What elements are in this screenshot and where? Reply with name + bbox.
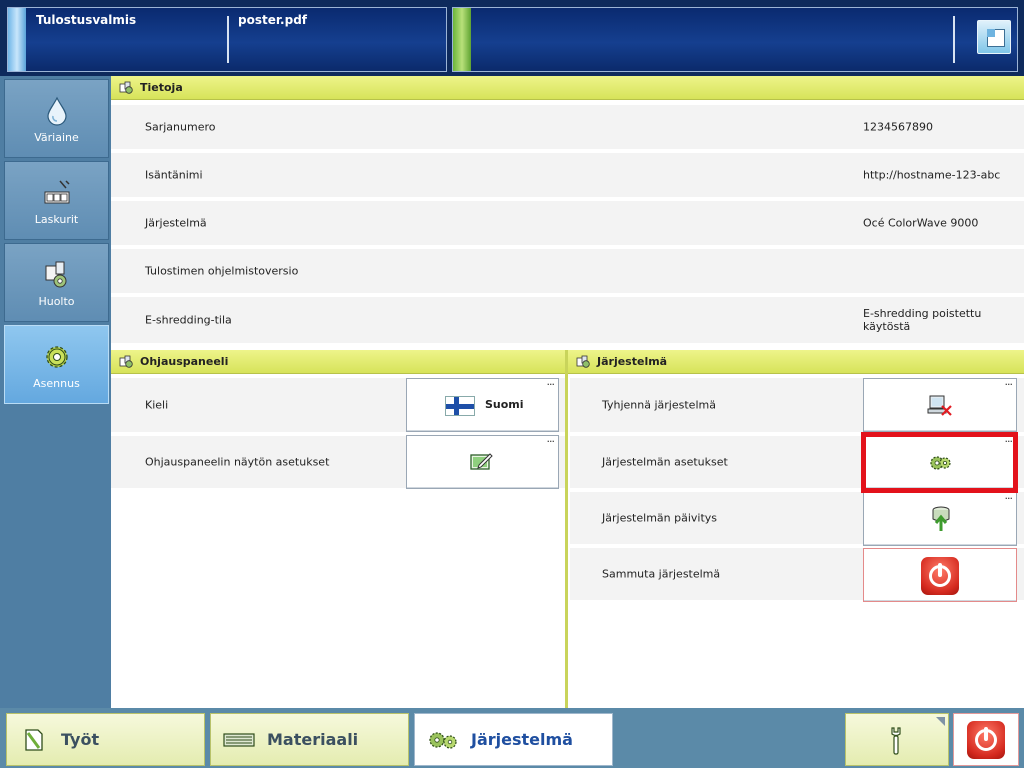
info-row: E-shredding-tila E-shredding poistettu k…: [111, 297, 1024, 345]
tab-label: Työt: [61, 730, 100, 749]
jobs-icon: [25, 729, 43, 751]
nav-item-label: Väriaine: [34, 131, 79, 144]
shutdown-button[interactable]: [863, 548, 1017, 602]
printer-status: Tulostusvalmis: [36, 13, 137, 27]
wrench-icon: [891, 727, 901, 755]
system-update-icon: [932, 506, 950, 531]
tab-media[interactable]: Materiaali: [210, 713, 409, 766]
system-section-icon: [119, 355, 133, 368]
gear-icon: [46, 346, 68, 368]
info-value: 1234567890: [863, 120, 933, 134]
highlight-box: [861, 432, 1018, 493]
system-section-icon: [119, 81, 133, 94]
info-row: Isäntänimi http://hostname-123-abc: [111, 153, 1024, 199]
system-section-icon: [576, 355, 590, 368]
power-icon: [967, 721, 1005, 759]
info-row: Tulostimen ohjelmistoversio: [111, 249, 1024, 295]
section-title: Järjestelmä: [597, 355, 668, 368]
info-value: http://hostname-123-abc: [863, 168, 1001, 182]
header-divider-2: [953, 16, 955, 63]
queue-panel[interactable]: [452, 7, 1018, 72]
info-label: E-shredding-tila: [145, 313, 232, 327]
power-icon: [921, 557, 959, 595]
nav-item-maintenance[interactable]: Huolto: [4, 243, 109, 322]
tab-label: Järjestelmä: [471, 730, 573, 749]
job-file-name: poster.pdf: [238, 13, 308, 27]
status-panel[interactable]: Tulostusvalmis poster.pdf: [7, 7, 447, 72]
info-section-header: Tietoja: [111, 76, 1024, 100]
system-tab-icon: [429, 732, 457, 749]
info-label: Sarjanumero: [145, 120, 216, 134]
system-update-label: Järjestelmän päivitys: [602, 511, 718, 525]
section-title: Tietoja: [140, 81, 183, 94]
window-toggle-button[interactable]: [977, 20, 1011, 54]
tools-button[interactable]: [845, 713, 949, 766]
tab-system[interactable]: Järjestelmä: [414, 713, 613, 766]
info-value: Océ ColorWave 9000: [863, 216, 979, 230]
tab-jobs[interactable]: Työt: [6, 713, 205, 766]
status-accent: [8, 8, 26, 71]
info-row: Sarjanumero 1234567890: [111, 105, 1024, 151]
header-divider: [227, 16, 229, 63]
info-label: Tulostimen ohjelmistoversio: [145, 264, 299, 278]
shutdown-label: Sammuta järjestelmä: [602, 567, 721, 581]
language-value: Suomi: [485, 398, 524, 411]
control-panel-section-header: Ohjauspaneeli: [111, 350, 565, 374]
window-icon: [987, 29, 1005, 47]
nav-item-setup[interactable]: Asennus: [4, 325, 109, 404]
info-label: Isäntänimi: [145, 168, 203, 182]
media-icon: [223, 733, 255, 747]
maintenance-icon: [45, 261, 67, 288]
clear-system-icon: [927, 395, 952, 416]
system-settings-label: Järjestelmän asetukset: [602, 455, 728, 469]
nav-item-label: Asennus: [33, 377, 80, 390]
display-settings-label: Ohjauspaneelin näytön asetukset: [145, 455, 330, 469]
system-update-button[interactable]: ...: [863, 489, 1017, 546]
info-row: Järjestelmä Océ ColorWave 9000: [111, 201, 1024, 247]
counter-icon: [44, 180, 70, 204]
info-value: E-shredding poistettu käytöstä: [863, 307, 982, 333]
power-off-button[interactable]: [953, 713, 1019, 766]
info-label: Järjestelmä: [145, 216, 207, 230]
bottom-bar: Työt Materiaali Järjestelmä: [0, 708, 1024, 768]
queue-accent: [453, 8, 471, 71]
tab-label: Materiaali: [267, 730, 359, 749]
edit-display-icon: [470, 453, 493, 470]
section-divider: [565, 350, 568, 708]
main-content: Tietoja Sarjanumero 1234567890 Isäntänim…: [111, 76, 1024, 708]
nav-item-label: Laskurit: [34, 213, 79, 226]
ink-drop-icon: [47, 96, 67, 126]
finland-flag-icon: [445, 396, 475, 416]
nav-item-label: Huolto: [38, 295, 75, 308]
clear-system-label: Tyhjennä järjestelmä: [602, 398, 716, 412]
language-label: Kieli: [145, 398, 169, 412]
language-button[interactable]: ... Suomi: [406, 375, 559, 432]
nav-item-counters[interactable]: Laskurit: [4, 161, 109, 240]
header: Tulostusvalmis poster.pdf: [0, 0, 1024, 76]
system-section-header: Järjestelmä: [568, 350, 1024, 374]
side-nav: Väriaine Laskurit Huolto Asennus: [0, 76, 111, 708]
nav-item-toner[interactable]: Väriaine: [4, 79, 109, 158]
clear-system-button[interactable]: ...: [863, 375, 1017, 432]
section-title: Ohjauspaneeli: [140, 355, 229, 368]
display-settings-button[interactable]: ...: [406, 432, 559, 489]
